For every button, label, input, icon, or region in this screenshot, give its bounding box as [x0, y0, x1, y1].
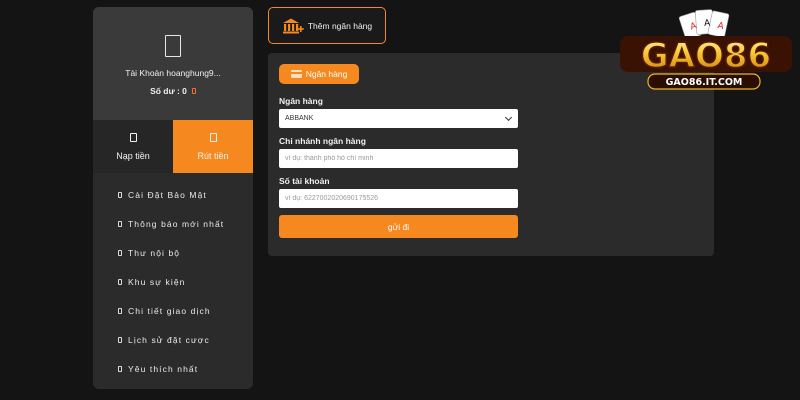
deposit-withdraw-tabs: Nạp tiền Rút tiền: [93, 120, 253, 173]
sidebar-item-transaction-details[interactable]: Chi tiết giao dịch: [93, 296, 253, 325]
bullet-icon: [118, 365, 122, 372]
sidebar-item-label: Chi tiết giao dịch: [128, 305, 211, 316]
gao86-logo: A A A GAO86 GAO86.IT.COM: [620, 9, 792, 90]
submit-button[interactable]: gửi đi: [279, 215, 518, 238]
account-name: Tài Khoản hoanghung9...: [125, 68, 221, 78]
sidebar-item-inbox[interactable]: Thư nội bộ: [93, 238, 253, 267]
account-sidebar: Tài Khoản hoanghung9... Số dư : 0 Nạp ti…: [93, 7, 253, 389]
sidebar-item-label: Yêu thích nhất: [128, 363, 199, 374]
bank-select-value: ABBANK: [285, 115, 314, 122]
chevron-down-icon: [504, 113, 513, 122]
bullet-icon: [118, 191, 122, 198]
sidebar-item-latest-notifications[interactable]: Thông báo mới nhất: [93, 209, 253, 238]
account-number-input[interactable]: [279, 189, 518, 208]
bullet-icon: [118, 220, 122, 227]
branch-input[interactable]: [279, 149, 518, 168]
bank-section-label: Ngân hàng: [305, 69, 348, 79]
bank-card-icon: [290, 70, 302, 78]
sidebar-item-bet-history[interactable]: Lịch sử đặt cược: [93, 325, 253, 354]
sidebar-item-label: Khu sự kiện: [128, 276, 186, 287]
bank-section-tab[interactable]: Ngân hàng: [279, 64, 359, 84]
profile-card: Tài Khoản hoanghung9... Số dư : 0: [93, 7, 253, 120]
add-bank-button[interactable]: Thêm ngân hàng: [268, 7, 386, 44]
add-bank-label: Thêm ngân hàng: [307, 20, 373, 31]
sidebar-item-favorites[interactable]: Yêu thích nhất: [93, 354, 253, 383]
bank-select-label: Ngân hàng: [279, 96, 323, 106]
tab-deposit[interactable]: Nạp tiền: [93, 120, 173, 173]
bank-select[interactable]: ABBANK: [279, 109, 518, 128]
bullet-icon: [118, 249, 122, 256]
document-icon: [129, 132, 137, 142]
svg-text:GAO86: GAO86: [641, 36, 771, 76]
balance-label: Số dư : 0: [150, 86, 187, 96]
sidebar-item-label: Cài Đặt Bảo Mật: [128, 189, 207, 200]
tab-withdraw-label: Rút tiền: [197, 150, 229, 161]
user-avatar-icon: [165, 35, 181, 57]
tab-withdraw[interactable]: Rút tiền: [173, 120, 253, 173]
sidebar-item-label: Thư nội bộ: [128, 247, 181, 258]
sidebar-menu: Cài Đặt Bảo Mật Thông báo mới nhất Thư n…: [93, 173, 253, 383]
bullet-icon: [118, 307, 122, 314]
coin-icon: [191, 88, 196, 94]
tab-deposit-label: Nạp tiền: [116, 150, 150, 161]
svg-text:GAO86.IT.COM: GAO86.IT.COM: [666, 77, 743, 88]
sidebar-item-security-settings[interactable]: Cài Đặt Bảo Mật: [93, 180, 253, 209]
sidebar-item-label: Lịch sử đặt cược: [128, 334, 210, 345]
bank-add-icon: [282, 18, 304, 33]
document-icon: [209, 132, 217, 142]
sidebar-item-label: Thông báo mới nhất: [128, 218, 225, 229]
bullet-icon: [118, 336, 122, 343]
branch-label: Chi nhánh ngân hàng: [279, 136, 366, 146]
account-number-label: Số tài khoản: [279, 176, 330, 186]
balance: Số dư : 0: [150, 86, 196, 96]
bullet-icon: [118, 278, 122, 285]
sidebar-item-events[interactable]: Khu sự kiện: [93, 267, 253, 296]
